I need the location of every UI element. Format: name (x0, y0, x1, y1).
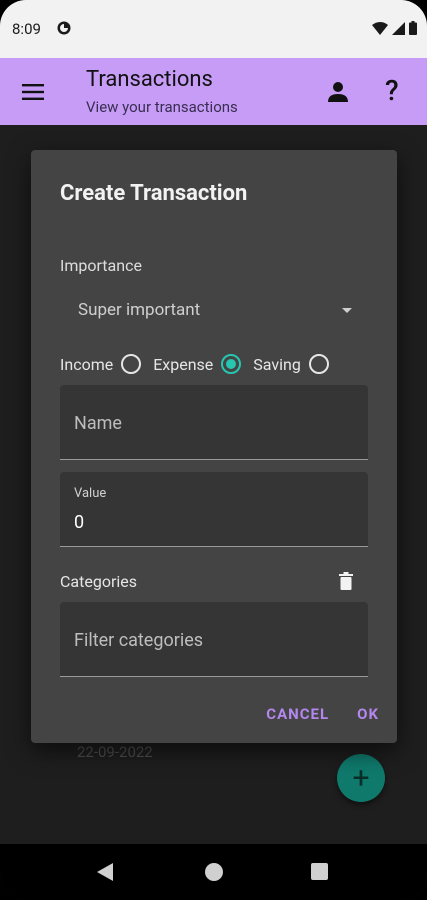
cancel-button[interactable]: CANCEL (266, 705, 329, 723)
name-placeholder: Name (74, 413, 122, 434)
importance-label: Importance (60, 256, 142, 275)
recents-icon[interactable] (311, 863, 328, 880)
dropdown-arrow-icon (342, 308, 352, 313)
help-icon[interactable]: ? (385, 74, 399, 107)
signal-icon (392, 21, 405, 35)
importance-selected-value: Super important (78, 300, 201, 320)
app-notification-icon (57, 21, 71, 35)
page-title: Transactions (86, 67, 213, 92)
status-bar: 8:09 (0, 0, 427, 58)
transaction-type-group: Income Expense Saving (60, 351, 341, 377)
phone-screen: 8:09 Transactions View your transactions… (0, 0, 427, 900)
filter-categories-placeholder: Filter categories (74, 630, 204, 651)
hamburger-menu-icon[interactable] (22, 82, 46, 102)
radio-label-expense: Expense (153, 354, 214, 374)
add-transaction-button[interactable]: + (337, 754, 385, 802)
radio-saving[interactable] (308, 354, 329, 374)
navigation-bar (0, 844, 427, 900)
categories-label: Categories (60, 572, 137, 591)
status-time: 8:09 (12, 20, 41, 38)
battery-icon (409, 21, 417, 35)
ok-button[interactable]: OK (357, 705, 379, 723)
wifi-icon (372, 21, 388, 35)
radio-label-income: Income (60, 354, 114, 374)
radio-label-saving: Saving (253, 354, 301, 374)
trash-icon[interactable] (339, 572, 353, 590)
dialog-title: Create Transaction (60, 181, 248, 206)
system-icons (372, 21, 417, 35)
home-icon[interactable] (205, 863, 223, 881)
dialog-actions: CANCEL OK (266, 705, 379, 723)
value-field[interactable]: Value 0 (60, 472, 368, 547)
value-label: Value (74, 486, 107, 501)
importance-select[interactable]: Super important (78, 300, 352, 324)
radio-expense[interactable] (221, 354, 242, 374)
create-transaction-dialog: Create Transaction Importance Super impo… (31, 150, 397, 743)
page-subtitle: View your transactions (86, 98, 238, 116)
transaction-date: 22-09-2022 (77, 743, 153, 761)
name-field[interactable]: Name (60, 385, 368, 460)
app-bar: Transactions View your transactions ? (0, 58, 427, 125)
filter-categories-field[interactable]: Filter categories (60, 602, 368, 677)
account-icon[interactable] (326, 80, 350, 104)
radio-income[interactable] (121, 354, 142, 374)
value-input: 0 (74, 512, 85, 533)
back-icon[interactable] (96, 862, 114, 882)
